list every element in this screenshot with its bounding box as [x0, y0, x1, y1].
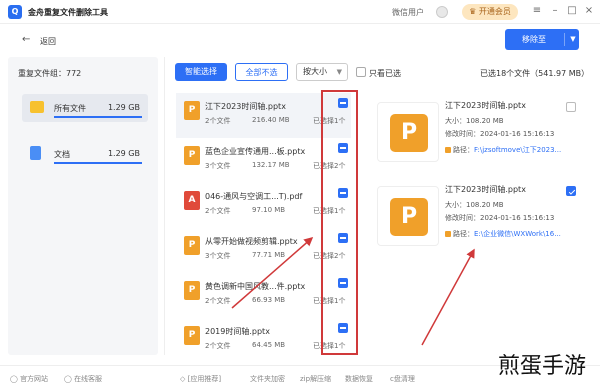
- path-link[interactable]: F:\jzsoftmove\江下2023...: [474, 146, 561, 154]
- detail-size: 大小：108.20 MB: [445, 117, 504, 125]
- data-recovery-link[interactable]: 数据恢复: [345, 374, 373, 384]
- detail-path: 路径：E:\企业微信\WXWork\16...: [445, 229, 561, 239]
- panel-divider: [164, 57, 165, 355]
- duplicate-group-count: 重复文件组：772: [18, 69, 82, 78]
- back-button[interactable]: 返回: [40, 36, 56, 47]
- file-size: 66.93 MB: [252, 296, 286, 304]
- chevron-down-icon[interactable]: ▼: [567, 29, 579, 50]
- deselect-all-button[interactable]: 全部不选: [235, 63, 288, 81]
- detail-modified: 修改时间：2024-01-16 15:16:13: [445, 214, 555, 222]
- menu-icon[interactable]: ≡: [531, 5, 543, 17]
- detail-size: 大小：108.20 MB: [445, 201, 504, 209]
- annotation-arrow: [421, 248, 475, 346]
- file-thumbnail: P: [377, 186, 439, 246]
- chevron-down-icon: ▼: [336, 68, 342, 76]
- file-name: 从零开始做视频剪辑.pptx: [205, 237, 298, 246]
- category-label: 文档: [54, 150, 70, 159]
- crown-icon: ♛: [469, 7, 479, 16]
- maximize-icon[interactable]: □: [566, 5, 578, 17]
- category-documents[interactable]: 文档 1.29 GB: [22, 140, 148, 168]
- folder-icon: [30, 101, 44, 113]
- file-count: 3个文件: [205, 252, 231, 260]
- folder-encrypt-link[interactable]: 文件夹加密: [250, 374, 285, 384]
- file-select-checkbox[interactable]: [566, 102, 576, 112]
- file-size: 216.40 MB: [252, 116, 290, 124]
- category-size: 1.29 GB: [107, 149, 140, 158]
- detail-modified: 修改时间：2024-01-16 15:16:13: [445, 130, 555, 138]
- category-progress: [54, 162, 142, 164]
- detail-file-name: 江下2023时间轴.pptx: [445, 101, 526, 110]
- user-name[interactable]: 微信用户: [392, 7, 424, 18]
- folder-icon: [445, 147, 451, 153]
- official-website-link[interactable]: ◯ 官方网站: [10, 374, 48, 384]
- file-size: 77.71 MB: [252, 251, 286, 259]
- app-logo-icon: Q: [8, 5, 22, 19]
- detail-file-name: 江下2023时间轴.pptx: [445, 185, 526, 194]
- footer-label: [应用推荐]: [187, 375, 222, 383]
- vip-button[interactable]: ♛ 开通会员: [462, 4, 518, 20]
- ppt-file-icon: P: [184, 146, 200, 165]
- file-size: 64.45 MB: [252, 341, 286, 349]
- file-name: 2019时间轴.pptx: [205, 327, 270, 336]
- file-name: 046-通风与空调工...T).pdf: [205, 192, 303, 201]
- smart-select-button[interactable]: 智能选择: [175, 63, 227, 81]
- path-label: 路径：: [453, 230, 474, 238]
- folder-icon: [445, 231, 451, 237]
- file-count: 3个文件: [205, 162, 231, 170]
- file-select-checkbox[interactable]: [566, 186, 576, 196]
- zip-extract-link[interactable]: zip解压缩: [300, 374, 331, 384]
- file-count: 2个文件: [205, 207, 231, 215]
- path-link[interactable]: E:\企业微信\WXWork\16...: [474, 230, 561, 238]
- file-detail-card[interactable]: P 江下2023时间轴.pptx 大小：108.20 MB 修改时间：2024-01-…: [377, 180, 579, 254]
- ppt-file-icon: P: [184, 101, 200, 120]
- ppt-file-icon: P: [184, 281, 200, 300]
- file-count: 2个文件: [205, 342, 231, 350]
- sort-select[interactable]: 按大小 ▼: [296, 63, 348, 81]
- move-to-label: 移除至: [522, 35, 546, 44]
- avatar[interactable]: [436, 6, 448, 18]
- file-name: 江下2023时间轴.pptx: [205, 102, 286, 111]
- close-icon[interactable]: ×: [583, 5, 595, 17]
- headset-icon: ◯: [64, 375, 75, 383]
- annotation-highlight-box: [321, 90, 358, 355]
- online-support-link[interactable]: ◯ 在线客服: [64, 374, 102, 384]
- button-divider: [564, 33, 565, 46]
- file-name: 黄色调新中国风教...件.pptx: [205, 282, 306, 291]
- vip-label: 开通会员: [478, 7, 511, 16]
- document-icon: [30, 146, 41, 160]
- globe-icon: ◯: [10, 375, 21, 383]
- footer-label: 官方网站: [20, 375, 49, 383]
- category-label: 所有文件: [54, 104, 86, 113]
- only-selected-checkbox[interactable]: [356, 67, 366, 77]
- recommend-label: ◇ [应用推荐]: [180, 374, 221, 384]
- selection-summary: 已选18个文件（541.97 MB）: [480, 69, 590, 78]
- file-name: 蓝色企业宣传通用...板.pptx: [205, 147, 306, 156]
- minimize-icon[interactable]: –: [549, 5, 561, 17]
- back-arrow-icon[interactable]: ←: [22, 34, 30, 45]
- c-drive-clean-link[interactable]: c盘清理: [390, 374, 415, 384]
- file-size: 97.10 MB: [252, 206, 286, 214]
- detail-path: 路径：F:\jzsoftmove\江下2023...: [445, 145, 561, 155]
- ppt-file-icon: P: [184, 326, 200, 345]
- ppt-file-icon: P: [390, 198, 428, 236]
- file-size: 132.17 MB: [252, 161, 290, 169]
- share-icon: ◇: [180, 375, 188, 383]
- app-title: 金舟重复文件删除工具: [28, 8, 108, 17]
- footer-label: 在线客服: [74, 375, 103, 383]
- file-detail-card[interactable]: P 江下2023时间轴.pptx 大小：108.20 MB 修改时间：2024-01-…: [377, 96, 579, 170]
- file-count: 2个文件: [205, 117, 231, 125]
- file-thumbnail: P: [377, 102, 439, 162]
- pdf-file-icon: A: [184, 191, 200, 210]
- sort-label: 按大小: [303, 67, 327, 76]
- ppt-file-icon: P: [184, 236, 200, 255]
- move-to-button[interactable]: 移除至 ▼: [505, 29, 579, 50]
- category-size: 1.29 GB: [107, 103, 140, 112]
- category-all-files[interactable]: 所有文件 1.29 GB: [22, 94, 148, 122]
- ppt-file-icon: P: [390, 114, 428, 152]
- category-progress: [54, 116, 142, 118]
- only-selected-label[interactable]: 只看已选: [369, 68, 401, 79]
- watermark: 煎蛋手游: [498, 354, 587, 379]
- file-count: 2个文件: [205, 297, 231, 305]
- path-label: 路径：: [453, 146, 474, 154]
